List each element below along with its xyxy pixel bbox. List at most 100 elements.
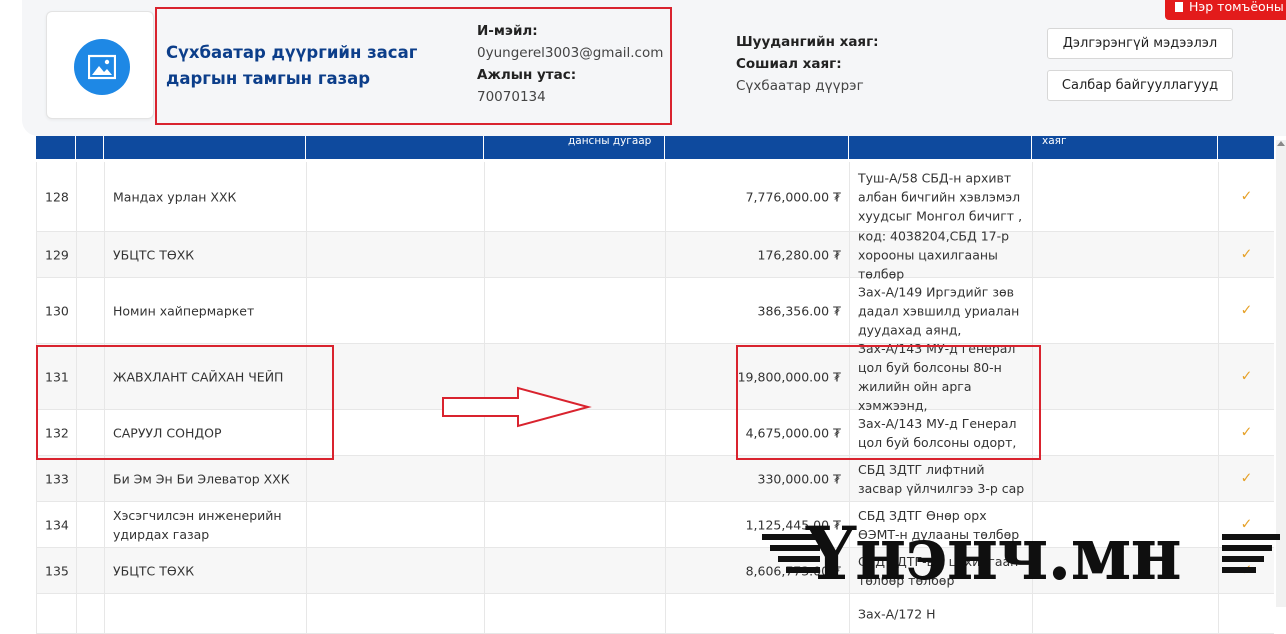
cell-name: Би Эм Эн Би Элеватор ХХК [104, 456, 306, 501]
cell-status: ✓ [1218, 232, 1274, 277]
row-company-name: УБЦТС ТӨХК [113, 247, 195, 262]
cell-amount: 176,280.00 ₮ [665, 232, 849, 277]
cell-number: 132 [36, 410, 76, 455]
table-header: дансны дугаар хаяг [36, 135, 1274, 159]
header-col-name [104, 136, 306, 159]
organization-logo [46, 11, 154, 119]
row-number: 131 [45, 369, 69, 384]
cell-register [306, 456, 484, 501]
cell-register [306, 594, 484, 633]
table-row[interactable]: 128 Мандах урлан ХХК 7,776,000.00 ₮ Туш-… [36, 162, 1274, 232]
cell-account [484, 232, 665, 277]
row-description: Туш-А/58 СБД-н архивт албан бичгийн хэвл… [858, 170, 1023, 223]
row-company-name: Хэсэгчилсэн инженерийн удирдах газар [113, 507, 282, 542]
cell-register [306, 502, 484, 547]
cell-account [484, 502, 665, 547]
cell-status: ✓ [1218, 162, 1274, 231]
cell-address [1032, 344, 1218, 409]
cell-amount: 7,776,000.00 ₮ [665, 162, 849, 231]
header-col-status [1218, 136, 1274, 159]
district-value: Сүхбаатар дүүрэг [736, 78, 864, 94]
cell-blank [76, 502, 104, 547]
row-company-name: Мандах урлан ХХК [113, 189, 237, 204]
cell-status: ✓ [1218, 278, 1274, 343]
phone-value: 70070134 [477, 89, 546, 105]
row-description: Зах-А/149 Иргэдийг зөв дадал хэвшилд ури… [858, 284, 1020, 337]
watermark-right-stripes-icon [1222, 534, 1280, 573]
cell-register [306, 278, 484, 343]
row-number: 128 [45, 189, 69, 204]
phone-label: Ажлын утас: [477, 67, 577, 83]
cell-account [484, 162, 665, 231]
organization-name[interactable]: Сүхбаатар дүүргийн засаг даргын тамгын г… [166, 40, 471, 92]
cell-description: Зах-А/143 МУ-д генерал цол буй болсоны 8… [849, 341, 1032, 413]
cell-register [306, 162, 484, 231]
cell-number: 129 [36, 232, 76, 277]
row-number: 132 [45, 425, 69, 440]
cell-account [484, 278, 665, 343]
branches-button[interactable]: Салбар байгууллагууд [1047, 70, 1233, 101]
cell-name: Мандах урлан ХХК [104, 162, 306, 231]
check-icon: ✓ [1240, 188, 1253, 204]
row-description: Зах-А/143 МУ-д генерал цол буй болсоны 8… [858, 340, 1016, 413]
row-amount: 386,356.00 ₮ [757, 303, 842, 318]
cell-number: 130 [36, 278, 76, 343]
row-description: код: 4038204,СБД 17-р хорооны цахилгааны… [858, 228, 1010, 281]
cell-address [1032, 410, 1218, 455]
cell-address [1032, 456, 1218, 501]
scroll-up-icon[interactable] [1277, 141, 1285, 146]
cell-name: ЖАВХЛАНТ САЙХАН ЧЕЙП [104, 344, 306, 409]
row-number: 129 [45, 247, 69, 262]
row-amount: 4,675,000.00 ₮ [745, 425, 841, 440]
table-row[interactable]: 132 САРУУЛ СОНДОР 4,675,000.00 ₮ Зах-А/1… [36, 410, 1274, 456]
cell-amount: 19,800,000.00 ₮ [665, 344, 849, 409]
cell-blank [76, 594, 104, 633]
email-label: И-мэйл: [477, 23, 538, 39]
cell-description: Зах-А/143 МУ-д Генерал цол буй болсоны о… [849, 410, 1032, 455]
details-button[interactable]: Дэлгэрэнгүй мэдээлэл [1047, 28, 1233, 59]
check-icon: ✓ [1240, 246, 1253, 262]
cell-name: Хэсэгчилсэн инженерийн удирдах газар [104, 502, 306, 547]
cell-number: 134 [36, 502, 76, 547]
check-icon: ✓ [1240, 424, 1253, 440]
row-company-name: Би Эм Эн Би Элеватор ХХК [113, 471, 290, 486]
table-row[interactable]: 133 Би Эм Эн Би Элеватор ХХК 330,000.00 … [36, 456, 1274, 502]
annotation-arrow-icon [442, 386, 592, 428]
row-amount: 176,280.00 ₮ [757, 247, 842, 262]
row-company-name: САРУУЛ СОНДОР [113, 425, 222, 440]
row-amount: 330,000.00 ₮ [757, 471, 842, 486]
cell-name: УБЦТС ТӨХК [104, 548, 306, 593]
check-icon: ✓ [1240, 470, 1253, 486]
row-number: 134 [45, 517, 69, 532]
cell-register [306, 548, 484, 593]
header-col-account: дансны дугаар [484, 135, 665, 159]
header-col-number [36, 136, 76, 159]
cell-description: код: 4038204,СБД 17-р хорооны цахилгааны… [849, 228, 1032, 281]
table-row[interactable]: 131 ЖАВХЛАНТ САЙХАН ЧЕЙП 19,800,000.00 ₮… [36, 341, 1274, 413]
row-number: 135 [45, 563, 69, 578]
terminology-button[interactable]: Нэр томъёоны [1165, 0, 1286, 20]
cell-blank [76, 548, 104, 593]
row-description: СБД ЗДТГ лифтний засвар үйлчилгээ 3-р са… [858, 461, 1025, 496]
cell-blank [76, 456, 104, 501]
row-amount: 7,776,000.00 ₮ [745, 189, 841, 204]
header-col-description [849, 136, 1032, 159]
row-description: Зах-А/143 МУ-д Генерал цол буй болсоны о… [858, 415, 1017, 450]
terminology-button-label: Нэр томъёоны [1189, 0, 1284, 14]
row-company-name: ЖАВХЛАНТ САЙХАН ЧЕЙП [113, 369, 284, 384]
row-company-name: Номин хайпермаркет [113, 303, 255, 318]
cell-number: 128 [36, 162, 76, 231]
cell-account [484, 548, 665, 593]
cell-account [484, 594, 665, 633]
cell-number: 135 [36, 548, 76, 593]
header-account-text: дансны дугаар [568, 135, 652, 147]
cell-description: СБД ЗДТГ лифтний засвар үйлчилгээ 3-р са… [849, 456, 1032, 501]
cell-register [306, 232, 484, 277]
table-row[interactable]: 129 УБЦТС ТӨХК 176,280.00 ₮ код: 4038204… [36, 228, 1274, 281]
cell-number: 133 [36, 456, 76, 501]
cell-description: Зах-А/149 Иргэдийг зөв дадал хэвшилд ури… [849, 278, 1032, 343]
table-row[interactable]: 130 Номин хайпермаркет 386,356.00 ₮ Зах-… [36, 278, 1274, 344]
cell-number: 131 [36, 344, 76, 409]
cell-address [1032, 278, 1218, 343]
cell-status: ✓ [1218, 410, 1274, 455]
